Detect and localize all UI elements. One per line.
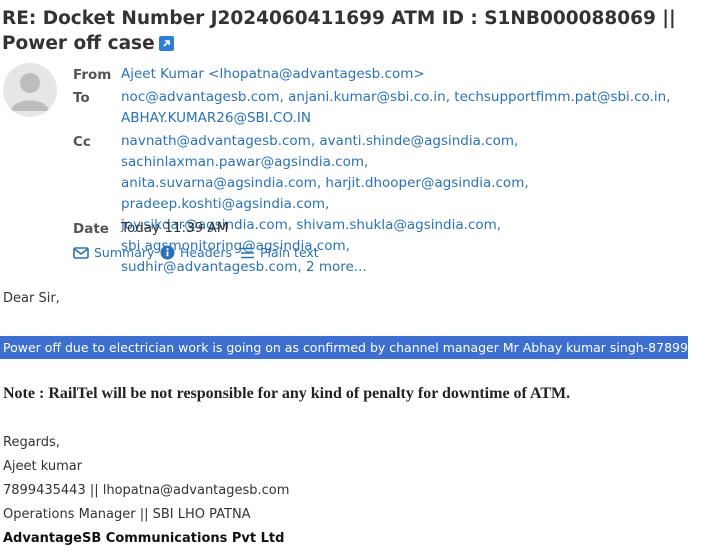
signature-contact: 7899435443 || lhopatna@advantagesb.com <box>3 483 290 498</box>
signature-name: Ajeet kumar <box>3 459 83 474</box>
external-link-icon[interactable] <box>158 36 174 51</box>
cc-more-link[interactable]: 2 more... <box>306 259 367 275</box>
signature-role: Operations Manager || SBI LHO PATNA <box>3 507 251 522</box>
to-label: To <box>73 90 90 106</box>
to-value: noc@advantagesb.com, anjani.kumar@sbi.co… <box>121 87 709 129</box>
cc-label: Cc <box>73 134 91 150</box>
highlighted-message: Power off due to electrician work is goi… <box>0 336 709 359</box>
from-link[interactable]: Ajeet Kumar <lhopatna@advantagesb.com> <box>121 66 425 82</box>
envelope-icon <box>73 246 89 259</box>
from-value[interactable]: Ajeet Kumar <lhopatna@advantagesb.com> <box>121 64 709 85</box>
summary-label: Summary <box>94 245 155 260</box>
headers-label: Headers <box>180 245 233 260</box>
date-label: Date <box>73 221 109 237</box>
to-recipients-line2[interactable]: ABHAY.KUMAR26@SBI.CO.IN <box>121 110 311 126</box>
signature-company: AdvantageSB Communications Pvt Ltd <box>3 531 285 546</box>
subject-text: RE: Docket Number J2024060411699 ATM ID … <box>2 8 676 54</box>
info-icon <box>160 245 175 260</box>
cc-recipients-line1[interactable]: navnath@advantagesb.com, avanti.shinde@a… <box>121 133 518 170</box>
date-value: Today 11:39 AM <box>121 220 229 236</box>
signature-regards: Regards, <box>3 435 60 450</box>
plain-text-button[interactable]: Plain text <box>240 245 319 260</box>
cc-recipients-line4[interactable]: sudhir@advantagesb.com, <box>121 259 302 275</box>
to-recipients-line1[interactable]: noc@advantagesb.com, anjani.kumar@sbi.co… <box>121 89 670 105</box>
plain-text-label: Plain text <box>260 245 319 260</box>
from-label: From <box>73 67 112 83</box>
summary-button[interactable]: Summary <box>73 245 154 260</box>
cc-recipients-line2[interactable]: anita.suvarna@agsindia.com, harjit.dhoop… <box>121 175 529 212</box>
headers-button[interactable]: Headers <box>160 245 232 260</box>
avatar-icon <box>11 73 49 111</box>
email-subject: RE: Docket Number J2024060411699 ATM ID … <box>2 6 702 56</box>
avatar <box>3 63 57 117</box>
note-text: Note : RailTel will be not responsible f… <box>3 385 571 402</box>
lines-icon <box>241 247 254 258</box>
greeting: Dear Sir, <box>3 291 60 306</box>
